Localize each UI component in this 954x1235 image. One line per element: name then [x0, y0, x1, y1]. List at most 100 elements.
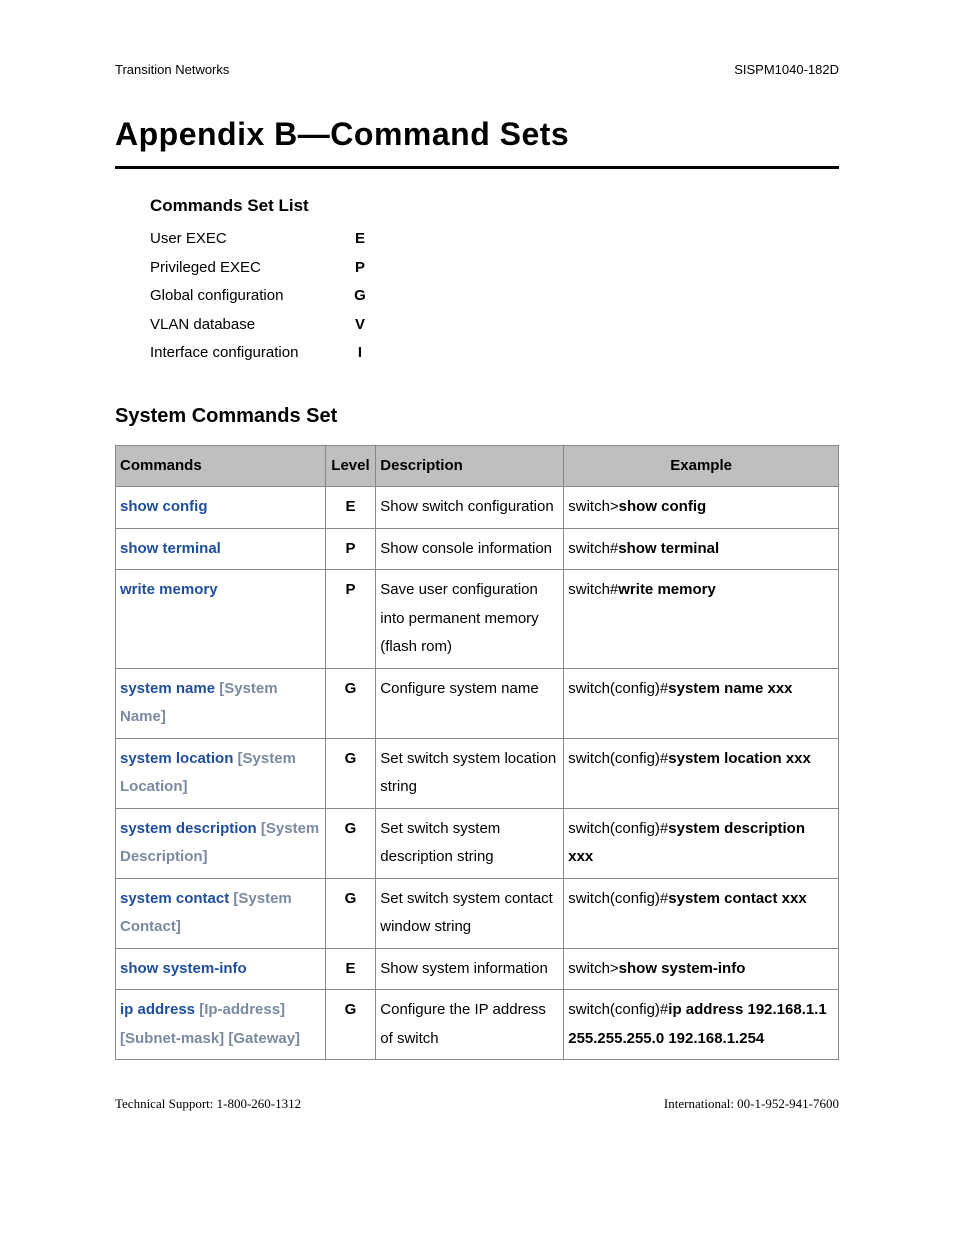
example-prefix: switch(config)#	[568, 680, 668, 697]
header-left: Transition Networks	[115, 60, 229, 80]
cell-command: ip address [Ip-address] [Subnet-mask] [G…	[116, 990, 326, 1060]
cell-level: G	[325, 878, 376, 948]
cell-command: system contact [System Contact]	[116, 878, 326, 948]
cell-command: system description [System Description]	[116, 808, 326, 878]
set-list-row: User EXECE	[150, 228, 839, 251]
table-row: system location [System Location]GSet sw…	[116, 738, 839, 808]
col-header-commands: Commands	[116, 445, 326, 487]
command-name: show terminal	[120, 540, 221, 557]
cell-description: Set switch system description string	[376, 808, 564, 878]
command-name: ip address	[120, 1001, 195, 1018]
cell-description: Show system information	[376, 948, 564, 990]
cell-description: Show console information	[376, 528, 564, 570]
set-list-name: Global configuration	[150, 285, 350, 308]
table-row: show terminal PShow console informationsw…	[116, 528, 839, 570]
table-row: system contact [System Contact]GSet swit…	[116, 878, 839, 948]
set-list-row: Global configurationG	[150, 285, 839, 308]
cell-description: Save user configuration into permanent m…	[376, 570, 564, 669]
cell-example: switch(config)#system location xxx	[564, 738, 839, 808]
example-prefix: switch(config)#	[568, 890, 668, 907]
cell-description: Configure the IP address of switch	[376, 990, 564, 1060]
table-header-row: Commands Level Description Example	[116, 445, 839, 487]
system-commands-table: Commands Level Description Example show …	[115, 445, 839, 1061]
commands-set-list-block: Commands Set List User EXECEPrivileged E…	[150, 193, 839, 365]
title-rule	[115, 166, 839, 169]
header-right: SISPM1040-182D	[734, 60, 839, 80]
cell-example: switch#write memory	[564, 570, 839, 669]
footer-right: International: 00-1-952-941-7600	[664, 1094, 839, 1114]
example-command: show terminal	[618, 540, 719, 557]
cell-level: E	[325, 948, 376, 990]
cell-command: show config	[116, 487, 326, 529]
cell-level: G	[325, 808, 376, 878]
cell-level: P	[325, 528, 376, 570]
set-list-name: User EXEC	[150, 228, 350, 251]
cell-example: switch(config)#ip address 192.168.1.1 25…	[564, 990, 839, 1060]
command-name: system location	[120, 750, 233, 767]
set-list-name: Privileged EXEC	[150, 257, 350, 280]
example-prefix: switch>	[568, 960, 618, 977]
set-list-code: G	[350, 285, 370, 308]
commands-set-list-heading: Commands Set List	[150, 193, 839, 219]
cell-level: E	[325, 487, 376, 529]
cell-description: Show switch configuration	[376, 487, 564, 529]
command-name: show system-info	[120, 960, 247, 977]
table-row: write memory PSave user configuration int…	[116, 570, 839, 669]
page-header: Transition Networks SISPM1040-182D	[115, 60, 839, 80]
set-list-code: I	[350, 342, 370, 365]
example-prefix: switch>	[568, 498, 618, 515]
col-header-description: Description	[376, 445, 564, 487]
table-row: system description [System Description]G…	[116, 808, 839, 878]
command-name: system contact	[120, 890, 229, 907]
example-command: show config	[619, 498, 707, 515]
page-title: Appendix B—Command Sets	[115, 110, 839, 158]
set-list-code: V	[350, 314, 370, 337]
cell-description: Set switch system location string	[376, 738, 564, 808]
cell-command: system location [System Location]	[116, 738, 326, 808]
set-list-code: P	[350, 257, 370, 280]
example-command: system location xxx	[668, 750, 811, 767]
example-prefix: switch(config)#	[568, 1001, 668, 1018]
cell-level: P	[325, 570, 376, 669]
col-header-level: Level	[325, 445, 376, 487]
example-prefix: switch#	[568, 581, 618, 598]
cell-description: Configure system name	[376, 668, 564, 738]
example-command: show system-info	[619, 960, 746, 977]
command-name: write memory	[120, 581, 218, 598]
cell-level: G	[325, 990, 376, 1060]
example-command: system name xxx	[668, 680, 792, 697]
table-row: ip address [Ip-address] [Subnet-mask] [G…	[116, 990, 839, 1060]
cell-example: switch(config)#system contact xxx	[564, 878, 839, 948]
set-list-name: VLAN database	[150, 314, 350, 337]
set-list-row: VLAN databaseV	[150, 314, 839, 337]
table-row: system name [System Name]GConfigure syst…	[116, 668, 839, 738]
cell-command: system name [System Name]	[116, 668, 326, 738]
footer-left: Technical Support: 1-800-260-1312	[115, 1094, 301, 1114]
example-command: system contact xxx	[668, 890, 806, 907]
cell-example: switch(config)#system name xxx	[564, 668, 839, 738]
cell-example: switch>show system-info	[564, 948, 839, 990]
example-prefix: switch(config)#	[568, 750, 668, 767]
cell-example: switch>show config	[564, 487, 839, 529]
commands-set-list: User EXECEPrivileged EXECPGlobal configu…	[150, 228, 839, 365]
table-row: show configEShow switch configurationswi…	[116, 487, 839, 529]
table-row: show system-info EShow system information…	[116, 948, 839, 990]
command-name: system name	[120, 680, 215, 697]
system-commands-heading: System Commands Set	[115, 401, 839, 431]
example-prefix: switch#	[568, 540, 618, 557]
cell-command: write memory	[116, 570, 326, 669]
set-list-row: Privileged EXECP	[150, 257, 839, 280]
command-name: system description	[120, 820, 257, 837]
set-list-name: Interface configuration	[150, 342, 350, 365]
cell-example: switch#show terminal	[564, 528, 839, 570]
page-footer: Technical Support: 1-800-260-1312 Intern…	[115, 1094, 839, 1114]
cell-command: show system-info	[116, 948, 326, 990]
col-header-example: Example	[564, 445, 839, 487]
cell-level: G	[325, 738, 376, 808]
cell-level: G	[325, 668, 376, 738]
cell-description: Set switch system contact window string	[376, 878, 564, 948]
set-list-code: E	[350, 228, 370, 251]
cell-command: show terminal	[116, 528, 326, 570]
cell-example: switch(config)#system description xxx	[564, 808, 839, 878]
set-list-row: Interface configurationI	[150, 342, 839, 365]
